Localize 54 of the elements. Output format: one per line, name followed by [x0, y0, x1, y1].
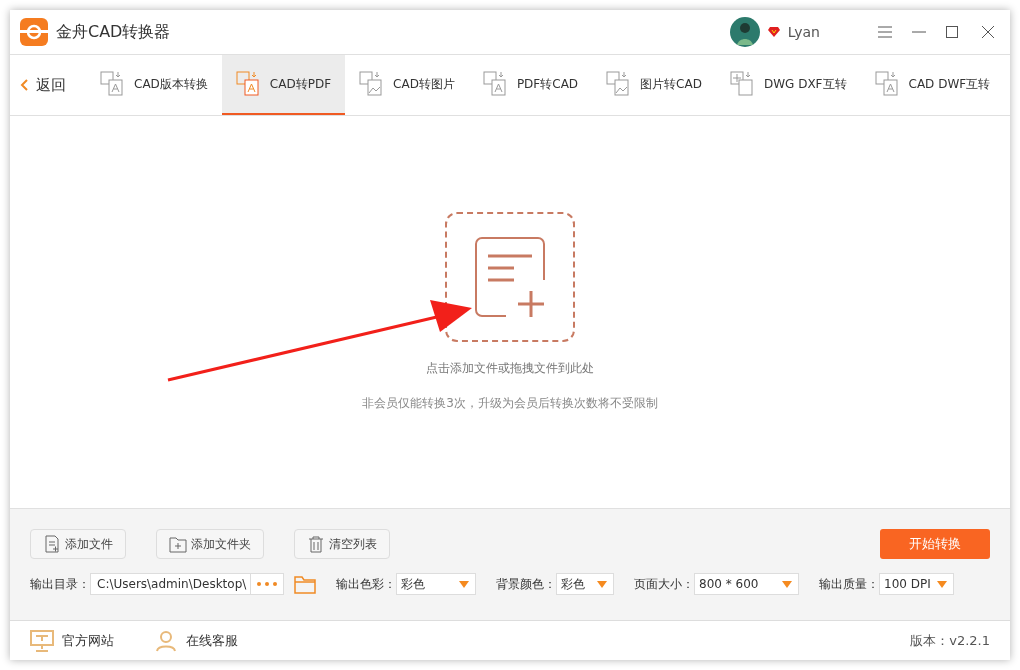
- limit-note: 非会员仅能转换3次，升级为会员后转换次数将不受限制: [362, 395, 658, 412]
- option-dropdown[interactable]: 800 * 600: [694, 573, 799, 595]
- folder-add-icon: [169, 535, 187, 553]
- person-icon: [154, 629, 178, 652]
- footer-link[interactable]: 在线客服: [154, 629, 238, 652]
- version-label: 版本：v2.2.1: [910, 631, 990, 650]
- dropdown-caret-icon: [782, 580, 792, 588]
- file-convert-icon: [729, 71, 754, 97]
- file-convert-icon: [606, 71, 631, 97]
- file-convert-icon: [482, 71, 507, 97]
- output-path-field[interactable]: C:\Users\admin\Desktop\: [90, 573, 284, 595]
- add-file-icon: [474, 236, 546, 318]
- file-add-icon: [43, 535, 61, 553]
- option-label: 页面大小：: [634, 575, 694, 593]
- folder-icon[interactable]: [294, 574, 316, 594]
- footer-link[interactable]: 官方网站: [30, 629, 114, 652]
- action-button[interactable]: 添加文件夹: [156, 529, 264, 559]
- chevron-left-icon: [20, 79, 28, 91]
- file-convert-icon: [100, 71, 124, 97]
- file-convert-icon: [874, 71, 899, 97]
- trash-icon: [307, 535, 325, 553]
- tab[interactable]: CAD转图片: [345, 55, 469, 115]
- drop-hint: 点击添加文件或拖拽文件到此处: [426, 360, 594, 377]
- action-button[interactable]: 清空列表: [294, 529, 390, 559]
- app-logo: [20, 18, 48, 46]
- tab[interactable]: DWG DXF互转: [715, 55, 861, 115]
- avatar-icon[interactable]: [729, 17, 760, 47]
- option-dropdown[interactable]: 100 DPI: [879, 573, 954, 595]
- dropdown-caret-icon: [597, 580, 607, 588]
- close-icon[interactable]: [982, 26, 994, 38]
- file-convert-icon: [359, 71, 384, 97]
- file-convert-icon: [235, 71, 260, 97]
- option-label: 输出质量：: [819, 575, 879, 593]
- back-button[interactable]: 返回: [10, 55, 86, 115]
- app-title: 金舟CAD转换器: [56, 21, 172, 43]
- more-icon[interactable]: [257, 582, 277, 586]
- option-dropdown[interactable]: 彩色: [396, 573, 476, 595]
- tab[interactable]: CAD DWF互转: [860, 55, 1005, 115]
- maximize-icon[interactable]: [946, 26, 958, 38]
- user-name[interactable]: Lyan: [787, 24, 820, 40]
- menu-icon[interactable]: [878, 26, 892, 38]
- dropdown-caret-icon: [937, 580, 947, 588]
- option-label: 输出目录：: [30, 575, 90, 593]
- tab[interactable]: CAD转PDF: [221, 55, 346, 115]
- tab[interactable]: 图片转CAD: [592, 55, 716, 115]
- action-button[interactable]: 添加文件: [30, 529, 126, 559]
- option-dropdown[interactable]: 彩色: [556, 573, 614, 595]
- tab[interactable]: PDF转CAD: [468, 55, 593, 115]
- option-label: 背景颜色：: [496, 575, 556, 593]
- monitor-icon: [30, 629, 54, 652]
- vip-icon: [767, 26, 780, 38]
- option-label: 输出色彩：: [336, 575, 396, 593]
- tab[interactable]: CAD版本转换: [86, 55, 222, 115]
- dropdown-caret-icon: [459, 580, 469, 588]
